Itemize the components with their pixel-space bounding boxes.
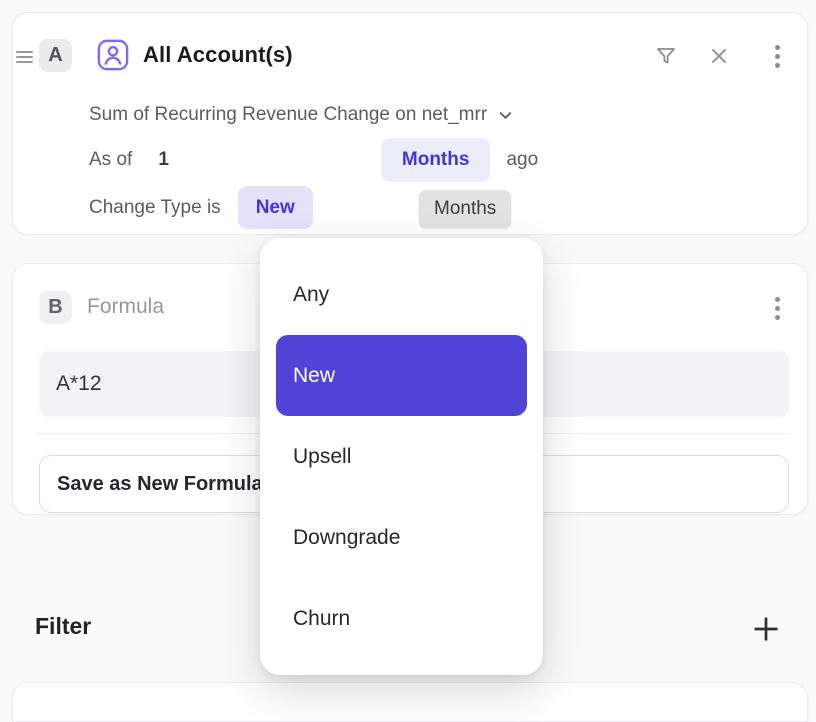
as-of-suffix: ago <box>506 149 538 171</box>
card-b-title: Formula <box>87 295 164 319</box>
change-type-pill[interactable]: New <box>238 186 313 229</box>
filter-card <box>12 682 808 722</box>
dropdown-option-downgrade[interactable]: Downgrade <box>276 497 527 578</box>
drag-ghost-months: Months <box>419 190 511 228</box>
kebab-menu-icon[interactable] <box>765 44 789 68</box>
block-badge-b: B <box>39 291 72 324</box>
account-object-icon[interactable] <box>97 39 129 71</box>
change-type-dropdown: Any New Upsell Downgrade Churn <box>260 238 543 675</box>
dropdown-option-churn[interactable]: Churn <box>276 578 527 659</box>
time-unit-pill[interactable]: Months <box>381 138 491 182</box>
dropdown-option-upsell[interactable]: Upsell <box>276 416 527 497</box>
block-badge-a: A <box>39 39 72 72</box>
plus-icon[interactable] <box>752 615 780 643</box>
metric-card-a: A All Account(s) Sum of Recurring Revenu… <box>12 12 808 235</box>
card-a-title[interactable]: All Account(s) <box>143 42 293 68</box>
change-type-label: Change Type is <box>89 197 221 219</box>
as-of-label: As of <box>89 149 132 171</box>
chevron-down-icon <box>497 107 514 124</box>
metric-selector[interactable]: Sum of Recurring Revenue Change on net_m… <box>89 104 514 126</box>
as-of-value-input[interactable]: 1 <box>158 149 169 171</box>
dropdown-option-new[interactable]: New <box>276 335 527 416</box>
metric-label: Sum of Recurring Revenue Change on net_m… <box>89 104 487 126</box>
filter-section-title: Filter <box>35 613 91 640</box>
kebab-menu-icon[interactable] <box>765 296 789 320</box>
as-of-row: As of 1 Months ago <box>89 138 538 182</box>
change-type-row: Change Type is New <box>89 186 313 229</box>
close-icon[interactable] <box>707 44 731 68</box>
dropdown-option-any[interactable]: Any <box>276 254 527 335</box>
filter-icon[interactable] <box>654 44 678 68</box>
drag-handle-icon[interactable] <box>16 51 33 63</box>
